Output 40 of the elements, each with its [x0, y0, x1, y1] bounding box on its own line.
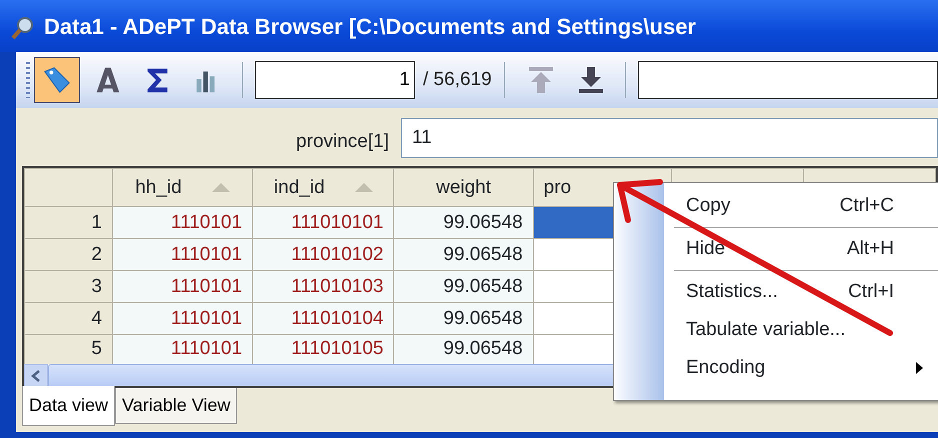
row-number: 4	[24, 302, 112, 334]
table-cell: 1110101	[112, 206, 253, 238]
magnifier-icon	[10, 14, 36, 41]
row-number: 1	[24, 206, 112, 238]
table-cell: 111010102	[252, 238, 394, 270]
row-number: 2	[24, 238, 112, 270]
table-cell: 99.06548	[394, 334, 534, 364]
column-header[interactable]: weight	[394, 168, 534, 206]
table-cell: 99.06548	[394, 206, 534, 238]
column-header[interactable]: ind_id	[252, 168, 394, 206]
table-cell: 1110101	[112, 270, 253, 302]
menu-item[interactable]: Statistics... Ctrl+I	[664, 273, 938, 311]
row-number: 5	[24, 334, 112, 364]
table-cell: 99.06548	[394, 238, 534, 270]
table-cell: 111010103	[252, 270, 394, 302]
tab[interactable]: Data view	[22, 386, 116, 426]
submenu-arrow-icon	[916, 362, 924, 374]
table-cell: 1110101	[112, 302, 253, 334]
menu-item[interactable]: Encoding	[664, 349, 938, 387]
table-cell: 111010101	[252, 206, 394, 238]
tab[interactable]: Variable View	[115, 388, 238, 424]
window-title: Data1 - ADePT Data Browser [C:\Documents and Settings\user	[44, 12, 696, 41]
record-count: / 56,619	[423, 68, 492, 92]
tag-button[interactable]	[34, 57, 80, 103]
table-cell: 99.06548	[394, 302, 534, 334]
field-label: province[1]	[295, 130, 390, 154]
row-number: 3	[24, 270, 112, 302]
column-header[interactable]: hh_id	[112, 168, 253, 206]
chevron-left-icon	[31, 370, 41, 382]
search-field[interactable]	[638, 61, 938, 99]
menu-item[interactable]: Hide Alt+H	[664, 230, 938, 268]
scroll-left-button[interactable]	[24, 364, 48, 386]
table-cell: 111010105	[252, 334, 394, 364]
table-cell: 111010104	[252, 302, 394, 334]
value-field[interactable]: 11	[401, 118, 938, 158]
menu-item[interactable]: Tabulate variable...	[664, 311, 938, 349]
table-cell: 1110101	[112, 334, 253, 364]
record-field[interactable]: 1	[255, 61, 415, 99]
table-cell: 1110101	[112, 238, 253, 270]
table-cell: 99.06548	[394, 270, 534, 302]
